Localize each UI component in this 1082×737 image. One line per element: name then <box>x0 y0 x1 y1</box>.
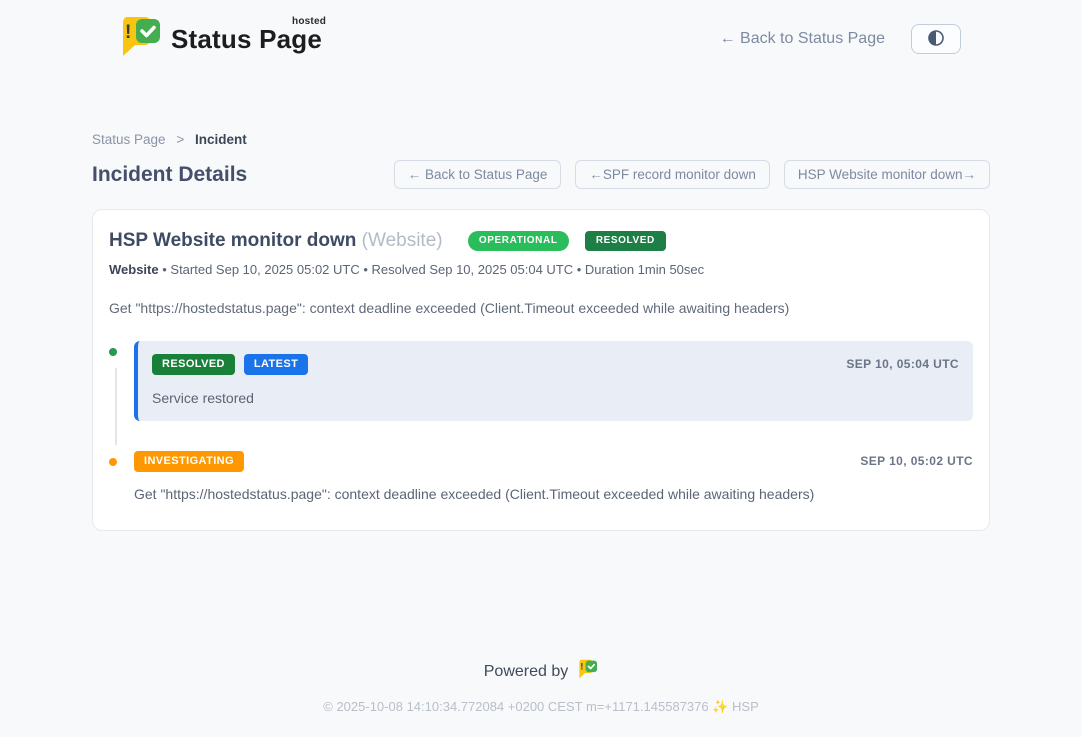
incident-title-line: HSP Website monitor down (Website) OPERA… <box>109 230 973 253</box>
svg-text:!: ! <box>125 22 131 43</box>
timeline-dot-investigating <box>106 455 120 469</box>
update-timestamp: SEP 10, 05:04 UTC <box>846 357 959 371</box>
statuspage-logo-icon-small: ! <box>577 659 598 684</box>
resolved-badge: RESOLVED <box>585 231 666 251</box>
header-actions: ← Back to Status Page <box>720 24 961 54</box>
copyright-text: © 2025-10-08 14:10:34.772084 +0200 CEST … <box>0 699 1082 715</box>
logo-text: Status Pagehosted <box>171 26 322 52</box>
prev-incident-button[interactable]: ←SPF record monitor down <box>575 160 770 189</box>
powered-by-text: Powered by <box>484 663 569 681</box>
timeline-entry-investigating: INVESTIGATING SEP 10, 05:02 UTC Get "htt… <box>109 451 973 502</box>
update-head: RESOLVED LATEST SEP 10, 05:04 UTC <box>152 354 959 375</box>
main-content: Status Page > Incident Incident Details … <box>92 76 990 531</box>
statuspage-logo[interactable]: ! Status Pagehosted <box>118 16 322 62</box>
contrast-icon <box>927 29 945 50</box>
svg-text:!: ! <box>581 662 584 672</box>
header: ! Status Pagehosted ← Back to Status Pag… <box>0 0 1082 76</box>
update-box-latest: RESOLVED LATEST SEP 10, 05:04 UTC Servic… <box>134 341 973 421</box>
operational-badge: OPERATIONAL <box>468 231 569 251</box>
incident-component: (Website) <box>362 230 443 251</box>
breadcrumb-incident: Incident <box>195 132 247 147</box>
breadcrumb-status-page[interactable]: Status Page <box>92 132 166 147</box>
update-status-badge: RESOLVED <box>152 354 235 375</box>
timeline-dot-resolved <box>106 345 120 359</box>
update-head: INVESTIGATING SEP 10, 05:02 UTC <box>134 451 973 472</box>
hosted-tag: hosted <box>292 17 326 27</box>
header-back-link[interactable]: ← Back to Status Page <box>720 30 885 48</box>
update-status-badge: INVESTIGATING <box>134 451 244 472</box>
statuspage-logo-icon: ! <box>118 16 162 62</box>
incident-title: HSP Website monitor down <box>109 230 356 251</box>
update-message: Get "https://hostedstatus.page": context… <box>134 486 973 502</box>
incident-meta: Website • Started Sep 10, 2025 05:02 UTC… <box>109 262 973 277</box>
incident-meta-details: • Started Sep 10, 2025 05:02 UTC • Resol… <box>162 262 704 277</box>
incident-nav-buttons: ← Back to Status Page ←SPF record monito… <box>394 160 990 189</box>
incident-card: HSP Website monitor down (Website) OPERA… <box>92 209 990 531</box>
breadcrumb-separator: > <box>176 132 184 147</box>
update-latest-badge: LATEST <box>244 354 308 375</box>
back-to-status-page-button[interactable]: ← Back to Status Page <box>394 160 562 189</box>
footer: Powered by ! © 2025-10-08 14:10:34.77208… <box>0 659 1082 737</box>
update-message: Service restored <box>152 390 959 406</box>
timeline-entry-latest: RESOLVED LATEST SEP 10, 05:04 UTC Servic… <box>109 341 973 421</box>
title-row: Incident Details ← Back to Status Page ←… <box>92 160 990 189</box>
next-incident-button[interactable]: HSP Website monitor down→ <box>784 160 990 189</box>
page-title: Incident Details <box>92 163 247 187</box>
breadcrumb: Status Page > Incident <box>92 132 990 147</box>
update-plain: INVESTIGATING SEP 10, 05:02 UTC Get "htt… <box>134 451 973 502</box>
powered-by-link[interactable]: Powered by ! <box>484 659 599 684</box>
timeline-connector-line <box>115 368 117 445</box>
incident-timeline: RESOLVED LATEST SEP 10, 05:04 UTC Servic… <box>109 341 973 502</box>
incident-description: Get "https://hostedstatus.page": context… <box>109 300 973 316</box>
incident-meta-component: Website <box>109 262 159 277</box>
update-timestamp: SEP 10, 05:02 UTC <box>860 454 973 468</box>
theme-toggle-button[interactable] <box>911 24 961 54</box>
